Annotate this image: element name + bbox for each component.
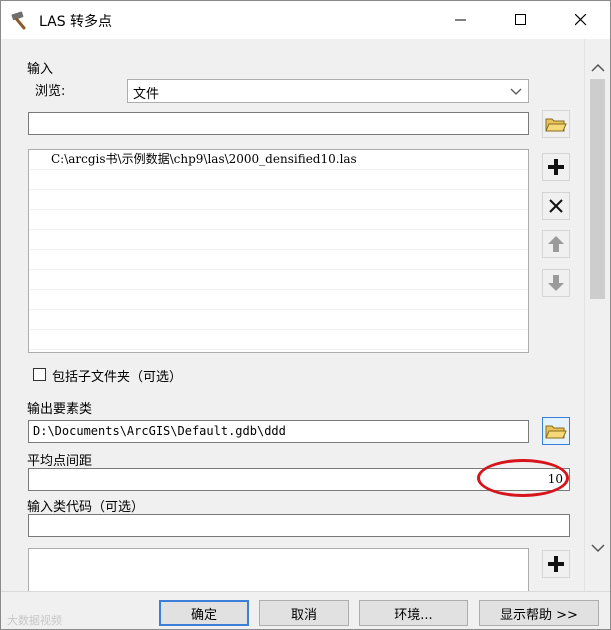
cancel-button[interactable]: 取消 — [259, 600, 349, 626]
browse-folder-button[interactable] — [542, 110, 570, 138]
maximize-icon — [515, 14, 526, 25]
browse-type-select[interactable]: 文件 — [127, 79, 529, 103]
show-help-button[interactable]: 显示帮助 >> — [479, 600, 599, 626]
plus-icon — [548, 159, 564, 175]
hammer-icon — [10, 10, 32, 32]
button-bar: 确定 取消 环境... 显示帮助 >> — [1, 591, 610, 629]
highlight-annotation — [477, 459, 569, 497]
chevron-down-icon — [510, 88, 522, 95]
open-folder-icon — [545, 425, 567, 439]
environments-button[interactable]: 环境... — [359, 600, 468, 626]
include-subfolders-label: 包括子文件夹（可选） — [52, 370, 183, 385]
minimize-icon — [455, 19, 466, 21]
plus-icon — [548, 556, 564, 572]
delete-x-icon — [549, 199, 563, 213]
arrow-down-icon — [548, 275, 564, 291]
browse-type-value: 文件 — [133, 87, 160, 102]
avg-point-spacing-label: 平均点间距 — [27, 454, 93, 469]
output-feature-class-input[interactable]: D:\Documents\ArcGIS\Default.gdb\ddd — [28, 420, 529, 443]
dialog-body: 输入 浏览: 文件 C:\arcgis书\示例数据\chp9\las\2000_… — [1, 39, 610, 591]
output-browse-button[interactable] — [542, 417, 570, 445]
move-up-button[interactable] — [542, 230, 570, 258]
input-label: 输入 — [27, 62, 54, 77]
class-codes-list[interactable] — [28, 548, 529, 591]
minimize-button[interactable] — [438, 1, 484, 39]
arrow-up-icon — [548, 236, 564, 252]
window-title: LAS 转多点 — [39, 14, 113, 30]
open-folder-icon — [545, 118, 567, 132]
output-feature-class-label: 输出要素类 — [27, 402, 93, 417]
close-button[interactable] — [558, 1, 604, 39]
input-path-field[interactable] — [28, 112, 529, 135]
close-icon — [575, 14, 587, 26]
add-item-button[interactable] — [542, 153, 570, 181]
include-subfolders-checkbox[interactable] — [33, 368, 46, 381]
input-file-list[interactable]: C:\arcgis书\示例数据\chp9\las\2000_densified1… — [28, 149, 529, 353]
add-class-code-button[interactable] — [542, 550, 570, 578]
parameter-pane: 输入 浏览: 文件 C:\arcgis书\示例数据\chp9\las\2000_… — [1, 39, 584, 591]
scrollbar-thumb[interactable] — [590, 79, 605, 299]
ok-button[interactable]: 确定 — [159, 600, 249, 626]
maximize-button[interactable] — [498, 1, 544, 39]
class-codes-label: 输入类代码（可选） — [27, 500, 145, 515]
vertical-scrollbar[interactable] — [584, 39, 610, 591]
title-bar: LAS 转多点 — [1, 1, 610, 39]
scroll-up-icon[interactable] — [591, 63, 605, 73]
remove-item-button[interactable] — [542, 192, 570, 220]
watermark: 大数据视频 — [7, 614, 62, 627]
move-down-button[interactable] — [542, 269, 570, 297]
scroll-down-icon[interactable] — [591, 543, 605, 553]
class-codes-input[interactable] — [28, 514, 570, 537]
list-item[interactable]: C:\arcgis书\示例数据\chp9\las\2000_densified1… — [29, 150, 528, 170]
las-to-multipoint-dialog: LAS 转多点 输入 浏览: 文件 C:\arcgis书\示例数据\chp9\l… — [0, 0, 611, 630]
browse-label: 浏览: — [35, 84, 66, 99]
